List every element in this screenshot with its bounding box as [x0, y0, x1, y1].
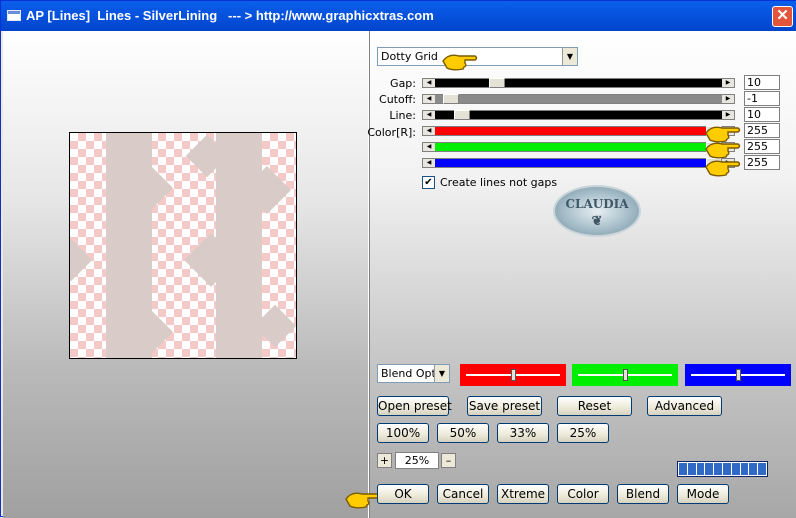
xtreme-button[interactable]: Xtreme [497, 484, 549, 504]
zoom-25-button[interactable]: 25% [557, 423, 609, 443]
gap-slider[interactable]: ◀ ▶ [422, 78, 735, 88]
slider-thumb[interactable] [736, 369, 741, 381]
zoom-100-button[interactable]: 100% [377, 423, 429, 443]
blue-slider[interactable]: ◀ ▶ [422, 158, 735, 168]
slider-thumb[interactable] [443, 94, 459, 104]
gap-label: Gap: [390, 77, 416, 90]
ok-button[interactable]: OK [377, 484, 429, 504]
chevron-down-icon[interactable]: ▼ [434, 365, 449, 382]
color-r-label: Color[R]: [367, 126, 416, 139]
scroll-left-icon[interactable]: ◀ [423, 127, 435, 135]
color-button[interactable]: Color [557, 484, 609, 504]
green-slider[interactable]: ◀ ▶ [422, 142, 735, 152]
close-button[interactable]: ✕ [772, 6, 793, 27]
reset-button[interactable]: Reset [557, 396, 632, 416]
advanced-button[interactable]: Advanced [647, 396, 722, 416]
create-lines-label[interactable]: Create lines not gaps [440, 176, 557, 189]
cutoff-label: Cutoff: [379, 93, 416, 106]
scroll-left-icon[interactable]: ◀ [423, 159, 435, 167]
scroll-left-icon[interactable]: ◀ [423, 79, 435, 87]
save-preset-button[interactable]: Save preset [467, 396, 542, 416]
scroll-left-icon[interactable]: ◀ [423, 143, 435, 151]
zoom-value[interactable]: 25% [395, 452, 439, 469]
window-title: AP [Lines] Lines - SilverLining --- > ht… [26, 8, 434, 23]
zoom-in-button[interactable]: + [377, 453, 392, 468]
progress-indicator [677, 461, 768, 477]
green-blend-slider[interactable] [572, 364, 678, 386]
line-slider[interactable]: ◀ ▶ [422, 110, 735, 120]
line-label: Line: [389, 109, 416, 122]
cutoff-slider[interactable]: ◀ ▶ [422, 94, 735, 104]
line-joint [70, 238, 93, 282]
preview-image [69, 132, 297, 359]
zoom-33-button[interactable]: 33% [497, 423, 549, 443]
slider-thumb[interactable] [489, 78, 505, 88]
green-value[interactable]: 255 [744, 139, 780, 154]
gap-value[interactable]: 10 [744, 75, 780, 90]
blend-button[interactable]: Blend [617, 484, 669, 504]
mode-button[interactable]: Mode [677, 484, 729, 504]
plugin-window: AP [Lines] Lines - SilverLining --- > ht… [0, 0, 796, 518]
slider-thumb[interactable] [454, 110, 470, 120]
zoom-out-button[interactable]: – [441, 453, 456, 468]
chevron-down-icon[interactable]: ▼ [562, 48, 577, 65]
cancel-button[interactable]: Cancel [437, 484, 489, 504]
slider-thumb[interactable] [511, 369, 516, 381]
claudia-watermark-logo: CLAUDIA ❦ [553, 185, 641, 237]
blue-blend-slider[interactable] [685, 364, 791, 386]
blend-options-select[interactable]: Blend Optio ▼ [377, 364, 450, 383]
line-value[interactable]: 10 [744, 107, 780, 122]
title-bar[interactable]: AP [Lines] Lines - SilverLining --- > ht… [1, 1, 796, 31]
scroll-left-icon[interactable]: ◀ [423, 111, 435, 119]
open-preset-button[interactable]: Open preset [377, 396, 452, 416]
create-lines-checkbox[interactable]: ✔ [422, 176, 435, 189]
app-window-icon [7, 10, 21, 21]
red-value[interactable]: 255 [744, 123, 780, 138]
cutoff-value[interactable]: -1 [744, 91, 780, 106]
scroll-right-icon[interactable]: ▶ [722, 95, 734, 103]
red-slider[interactable]: ◀ ▶ [422, 126, 735, 136]
hand-pointer-icon [442, 54, 478, 71]
preset-select-value: Dotty Grid [381, 50, 438, 63]
scroll-left-icon[interactable]: ◀ [423, 95, 435, 103]
controls-pane [370, 31, 796, 518]
blue-value[interactable]: 255 [744, 155, 780, 170]
hand-pointer-icon [705, 160, 741, 177]
slider-thumb[interactable] [623, 369, 628, 381]
red-blend-slider[interactable] [460, 364, 566, 386]
scroll-right-icon[interactable]: ▶ [722, 111, 734, 119]
zoom-50-button[interactable]: 50% [437, 423, 489, 443]
scroll-right-icon[interactable]: ▶ [722, 79, 734, 87]
